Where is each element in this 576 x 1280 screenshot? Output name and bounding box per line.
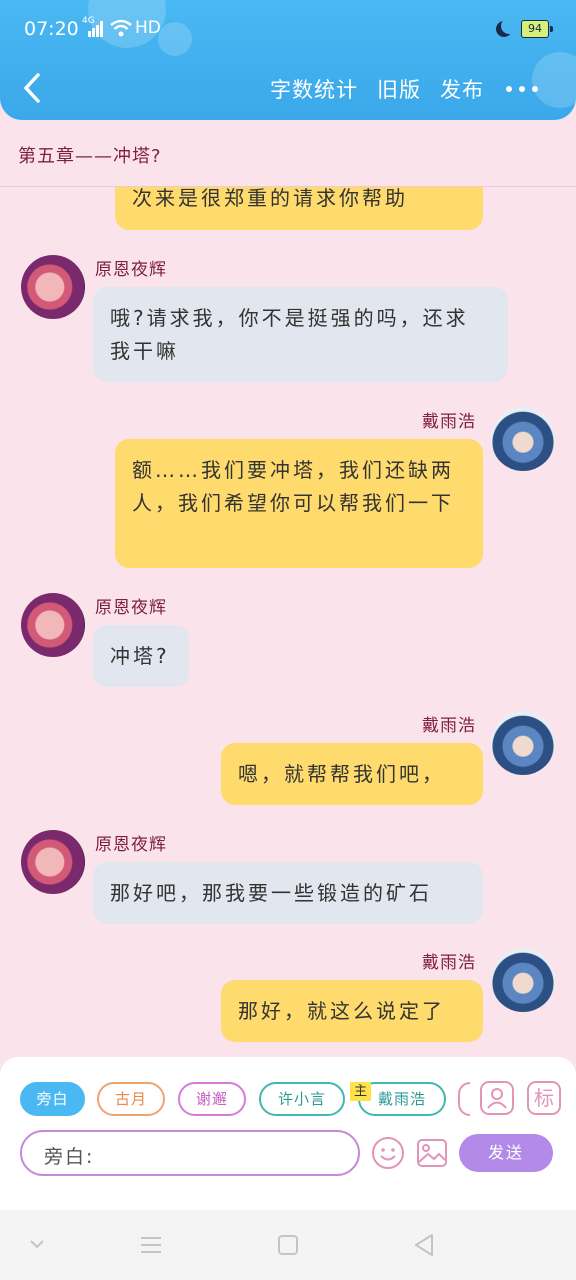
sender-name: 原恩夜辉	[95, 260, 167, 280]
sender-name: 戴雨浩	[422, 953, 476, 973]
role-chip-xuxiaoyan[interactable]: 许小言	[259, 1082, 345, 1116]
signal-icon	[88, 21, 103, 37]
avatar[interactable]	[21, 830, 85, 894]
message-bubble[interactable]: 哦?请求我，你不是挺强的吗，还求我干嘛	[93, 287, 508, 382]
wifi-icon	[110, 19, 132, 37]
avatar[interactable]	[21, 255, 85, 319]
moon-icon	[501, 18, 517, 34]
message-bubble[interactable]: 那好，就这么说定了	[221, 980, 483, 1042]
decor-bubble	[532, 52, 576, 108]
publish-button[interactable]: 发布	[440, 74, 484, 104]
input-role-label: 旁白:	[44, 1146, 95, 1168]
role-chip-partial[interactable]	[458, 1082, 470, 1116]
top-bar: 07:20 4G HD 94 字数统计 旧版 发布	[0, 0, 576, 120]
status-bar: 07:20 4G HD 94	[0, 14, 576, 44]
sender-name: 原恩夜辉	[95, 598, 167, 618]
message-input[interactable]: 旁白:	[20, 1130, 360, 1176]
message-bubble[interactable]: 额……我们要冲塔，我们还缺两人，我们希望你可以帮我们一下	[115, 439, 483, 568]
message-bubble[interactable]: 冲塔?	[93, 625, 189, 687]
sender-name: 戴雨浩	[422, 412, 476, 432]
back-arrow-icon[interactable]	[18, 70, 46, 106]
word-count-button[interactable]: 字数统计	[270, 74, 358, 104]
message-bubble[interactable]: 次来是很郑重的请求你帮助	[115, 187, 483, 230]
avatar[interactable]	[491, 948, 555, 1012]
avatar[interactable]	[491, 407, 555, 471]
old-version-button[interactable]: 旧版	[377, 74, 421, 104]
message-bubble[interactable]: 嗯，就帮帮我们吧，	[221, 743, 483, 805]
role-chip-xiexie[interactable]: 谢邂	[178, 1082, 246, 1116]
emoji-icon[interactable]	[371, 1136, 405, 1170]
status-time: 07:20	[24, 18, 79, 40]
battery-icon: 94	[521, 20, 553, 38]
image-icon[interactable]	[415, 1136, 449, 1170]
user-manage-icon[interactable]	[480, 1081, 514, 1115]
role-chip-daiyuhao[interactable]: 戴雨浩	[358, 1082, 446, 1116]
avatar[interactable]	[21, 593, 85, 657]
menu-icon[interactable]	[139, 1234, 163, 1256]
avatar[interactable]	[491, 711, 555, 775]
system-nav-bar	[0, 1210, 576, 1280]
more-icon[interactable]	[506, 86, 540, 94]
composer-panel: 旁白 古月 谢邂 许小言 戴雨浩 主 标 旁白: 发送	[0, 1057, 576, 1210]
send-button[interactable]: 发送	[459, 1134, 553, 1172]
hd-indicator: HD	[135, 18, 161, 38]
mark-icon[interactable]: 标	[527, 1081, 561, 1115]
chapter-title[interactable]: 第五章——冲塔?	[18, 142, 162, 168]
chevron-down-icon[interactable]	[28, 1238, 46, 1250]
sender-name: 戴雨浩	[422, 716, 476, 736]
role-chip-guyue[interactable]: 古月	[97, 1082, 165, 1116]
role-chip-narrator[interactable]: 旁白	[20, 1082, 85, 1116]
message-bubble[interactable]: 那好吧，那我要一些锻造的矿石	[93, 862, 483, 924]
back-icon[interactable]	[413, 1232, 435, 1258]
main-role-badge: 主	[350, 1082, 371, 1101]
chat-area[interactable]: 次来是很郑重的请求你帮助 原恩夜辉 哦?请求我，你不是挺强的吗，还求我干嘛 戴雨…	[0, 187, 576, 1057]
sender-name: 原恩夜辉	[95, 835, 167, 855]
home-icon[interactable]	[277, 1234, 299, 1256]
